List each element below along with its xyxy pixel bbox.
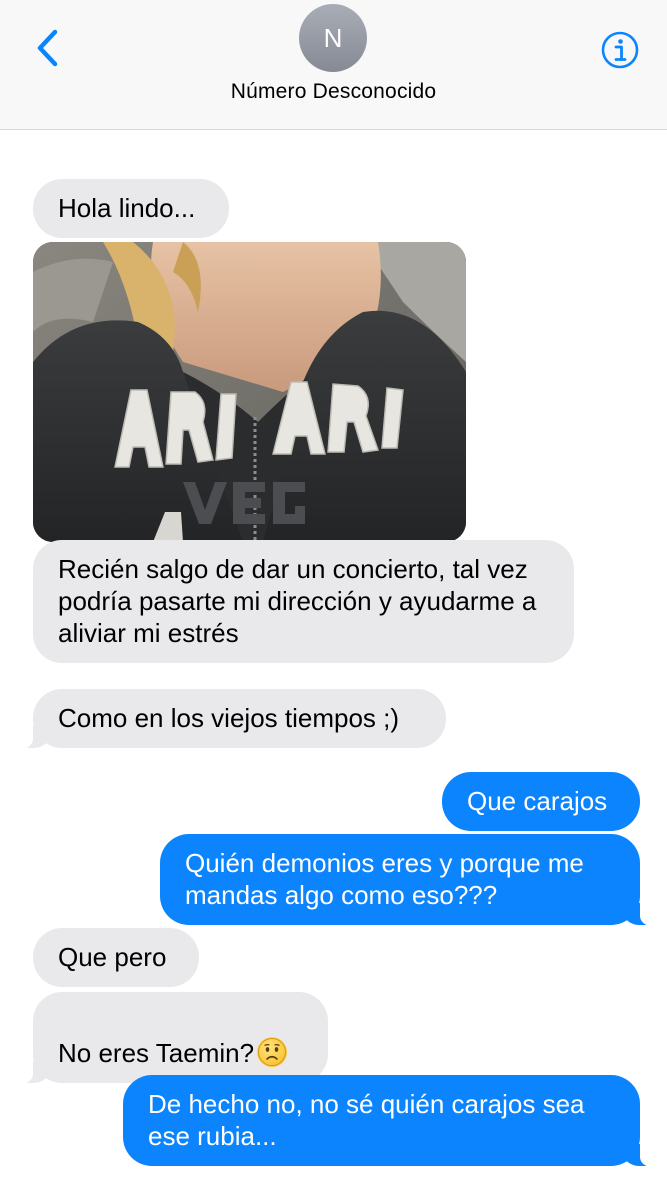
contact-name[interactable]: Número Desconocido xyxy=(0,80,667,104)
message-bubble-incoming[interactable]: Como en los viejos tiempos ;) xyxy=(17,689,446,749)
info-circle-icon[interactable] xyxy=(600,30,640,70)
message-bubble-incoming[interactable]: No eres Taemin? xyxy=(17,992,328,1084)
message-bubble-outgoing[interactable]: Quién demonios eres y porque me mandas a… xyxy=(160,834,656,926)
message-bubble-incoming[interactable]: Hola lindo... xyxy=(33,179,229,238)
message-bubble-incoming[interactable]: Que pero xyxy=(33,928,199,987)
message-text: No eres Taemin? xyxy=(58,1038,255,1068)
worried-face-emoji xyxy=(257,1037,288,1067)
message-bubble-incoming[interactable]: Recién salgo de dar un concierto, tal ve… xyxy=(33,540,574,663)
message-bubble-outgoing[interactable]: De hecho no, no sé quién carajos sea ese… xyxy=(123,1075,656,1167)
chevron-left-icon[interactable] xyxy=(30,26,66,70)
message-thread[interactable]: Hola lindo... Recién salgo de dar un con… xyxy=(0,131,667,1199)
message-photo[interactable] xyxy=(33,242,466,542)
message-bubble-outgoing[interactable]: Que carajos xyxy=(442,772,640,831)
selfie-photo-illustration xyxy=(33,242,466,542)
contact-avatar[interactable]: N xyxy=(299,4,367,72)
conversation-header: N Número Desconocido xyxy=(0,0,667,130)
